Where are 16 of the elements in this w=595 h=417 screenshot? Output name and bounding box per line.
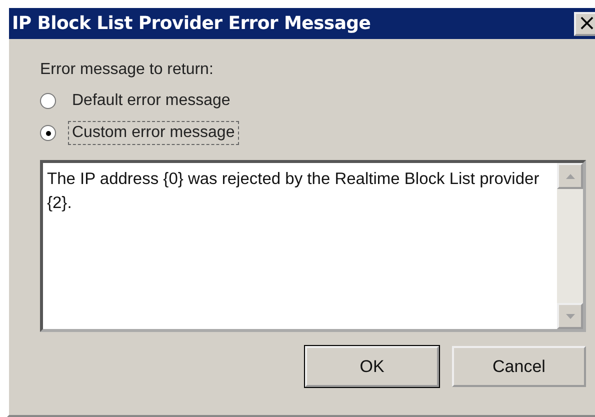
window-title: IP Block List Provider Error Message: [12, 13, 371, 34]
up-arrow-icon: [566, 174, 574, 178]
group-label: Error message to return:: [40, 61, 214, 79]
close-button[interactable]: ×: [574, 12, 595, 36]
radio-button[interactable]: [40, 93, 56, 109]
radio-label[interactable]: Custom error message: [68, 121, 239, 145]
scroll-down-button[interactable]: [557, 303, 583, 329]
cancel-button[interactable]: Cancel: [452, 346, 586, 387]
radio-button[interactable]: [40, 125, 56, 141]
radio-label[interactable]: Default error message: [68, 89, 234, 113]
scroll-up-button[interactable]: [557, 163, 583, 189]
message-text-area[interactable]: The IP address {0} was rejected by the Realtime Block List provider {2}.: [40, 160, 586, 332]
down-arrow-icon: [566, 314, 574, 318]
scroll-bar[interactable]: [557, 163, 583, 329]
message-text: The IP address {0} was rejected by the Realtime Block List provider {2}.: [46, 169, 540, 214]
ok-button[interactable]: OK: [305, 346, 439, 387]
